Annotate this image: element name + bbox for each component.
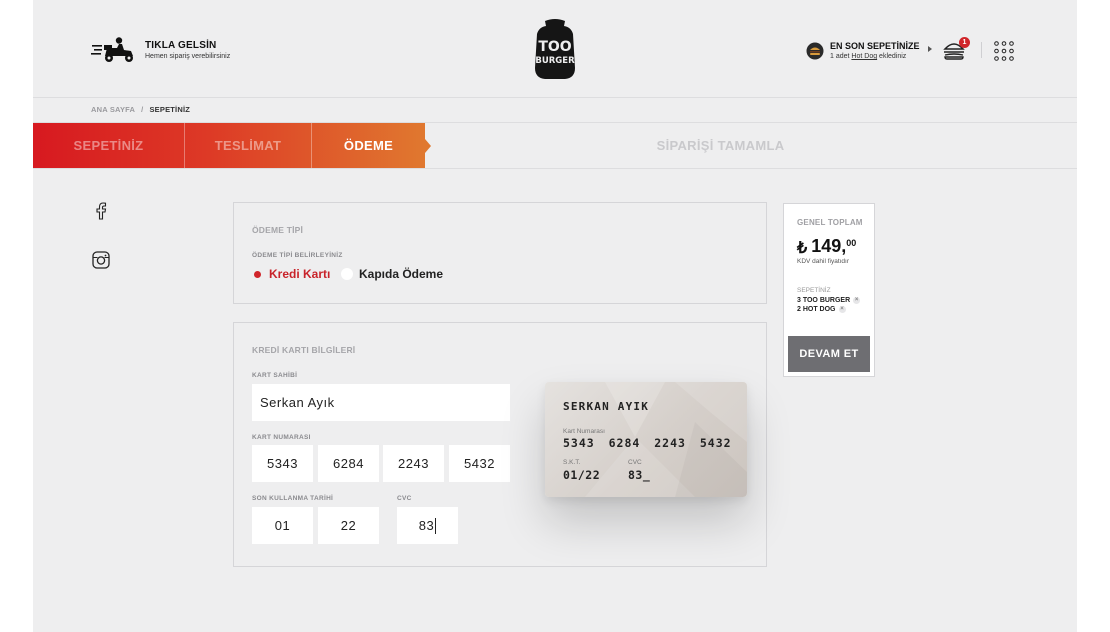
payment-type-subtitle: ÖDEME TİPİ BELİRLEYİNİZ (252, 252, 343, 259)
payment-type-title: ÖDEME TİPİ (252, 225, 304, 235)
card-preview-expiry: 01/22 (563, 468, 601, 482)
page: TIKLA GELSİN Hemen sipariş verebilirsini… (33, 0, 1077, 632)
header-divider (981, 42, 982, 58)
arrow-right-icon[interactable] (928, 46, 932, 52)
payment-type-panel: ÖDEME TİPİ ÖDEME TİPİ BELİRLEYİNİZ Kredi… (233, 202, 767, 304)
breadcrumb: ANA SAYFA / SEPETİNİZ (91, 105, 190, 114)
radio-dot-selected (254, 270, 261, 278)
expiry-label: SON KULLANMA TARİHİ (252, 495, 334, 502)
last-cart-info[interactable]: EN SON SEPETİNİZE 1 adet Hot Dog ekledin… (806, 41, 920, 60)
credit-card-preview: SERKAN AYIK Kart Numarası 5343 6284 2243… (545, 382, 747, 497)
step-teslimat[interactable]: TESLİMAT (185, 123, 311, 168)
grid-menu-icon[interactable] (994, 41, 1014, 61)
last-cart-subtitle: 1 adet Hot Dog eklediniz (830, 53, 907, 60)
cvc-input[interactable]: 83 (397, 507, 458, 544)
logo-line2: BURGER (535, 56, 575, 66)
facebook-icon[interactable] (95, 202, 107, 220)
step-sepetiniz[interactable]: SEPETİNİZ (33, 123, 184, 168)
cvc-value: 83 (418, 518, 435, 533)
summary-total-price: ₺ 149, 00 (797, 236, 856, 258)
card-holder-label: KART SAHİBİ (252, 372, 298, 379)
card-preview-number: 5343 6284 2243 5432 (563, 436, 732, 450)
cart-count-badge: 1 (959, 37, 970, 48)
summary-cart-label: SEPETİNİZ (797, 287, 831, 294)
price-decimal: 00 (846, 238, 857, 248)
card-preview-cvc: 83_ (628, 468, 651, 482)
card-number-part-2[interactable]: 6284 (318, 445, 379, 482)
remove-item-icon[interactable]: × (853, 297, 861, 304)
summary-item: 3 TOO BURGER × (797, 297, 861, 304)
card-number-label: KART NUMARASI (252, 434, 311, 441)
breadcrumb-separator: / (141, 105, 144, 114)
price-integer: 149, (811, 236, 847, 256)
cvc-label: CVC (397, 495, 412, 502)
breadcrumb-current: SEPETİNİZ (149, 105, 191, 114)
card-holder-input[interactable]: Serkan Ayık (252, 384, 510, 421)
continue-button[interactable]: DEVAM ET (788, 336, 870, 372)
card-info-title: KREDİ KARTI BİLGİLERİ (252, 345, 356, 355)
text-caret (435, 517, 437, 534)
expiry-year-input[interactable]: 22 (318, 507, 379, 544)
delivery-title: TIKLA GELSİN (145, 40, 217, 51)
step-arrow (425, 139, 431, 153)
step-siparisi-tamamla: SİPARİŞİ TAMAMLA (656, 138, 785, 153)
summary-item: 2 HOT DOG × (797, 306, 846, 313)
radio-kapida-odeme[interactable]: Kapıda Ödeme (341, 267, 443, 281)
logo-line1: TOO (538, 39, 571, 55)
breadcrumb-home[interactable]: ANA SAYFA (91, 105, 135, 114)
card-number-part-3[interactable]: 2243 (383, 445, 444, 482)
card-number-part-1[interactable]: 5343 (252, 445, 313, 482)
radio-label-kapida-odeme: Kapıda Ödeme (359, 267, 444, 281)
radio-dot-unselected (341, 268, 353, 280)
steps-divider-bottom (33, 168, 1077, 169)
scooter-icon (91, 37, 133, 62)
delivery-link[interactable]: TIKLA GELSİN Hemen sipariş verebilirsini… (91, 36, 230, 64)
card-preview-number-label: Kart Numarası (563, 428, 605, 435)
expiry-month-input[interactable]: 01 (252, 507, 313, 544)
logo[interactable]: TOO BURGER (533, 18, 577, 85)
summary-item-label: 3 TOO BURGER (797, 297, 851, 304)
burger-avatar-icon (806, 42, 824, 59)
last-cart-title: EN SON SEPETİNİZE (830, 41, 920, 51)
checkout-steps: SEPETİNİZ TESLİMAT ÖDEME (33, 123, 425, 168)
card-preview-name: SERKAN AYIK (563, 400, 650, 413)
remove-item-icon[interactable]: × (838, 306, 846, 313)
radio-kredi-karti[interactable]: Kredi Kartı (254, 267, 330, 281)
summary-title: GENEL TOPLAM (797, 218, 863, 227)
card-preview-cvc-label: CVC (628, 459, 642, 466)
header: TIKLA GELSİN Hemen sipariş verebilirsini… (33, 0, 1077, 98)
radio-label-kredi-karti: Kredi Kartı (269, 267, 331, 281)
instagram-icon[interactable] (92, 251, 110, 269)
currency-symbol: ₺ (797, 240, 808, 257)
delivery-subtitle: Hemen sipariş verebilirsiniz (145, 53, 231, 60)
summary-item-label: 2 HOT DOG (797, 306, 836, 313)
card-preview-expiry-label: S.K.T. (563, 459, 581, 466)
card-number-part-4[interactable]: 5432 (449, 445, 510, 482)
summary-kdv-note: KDV dahil fiyatıdır (797, 258, 850, 265)
step-odeme[interactable]: ÖDEME (312, 123, 425, 168)
